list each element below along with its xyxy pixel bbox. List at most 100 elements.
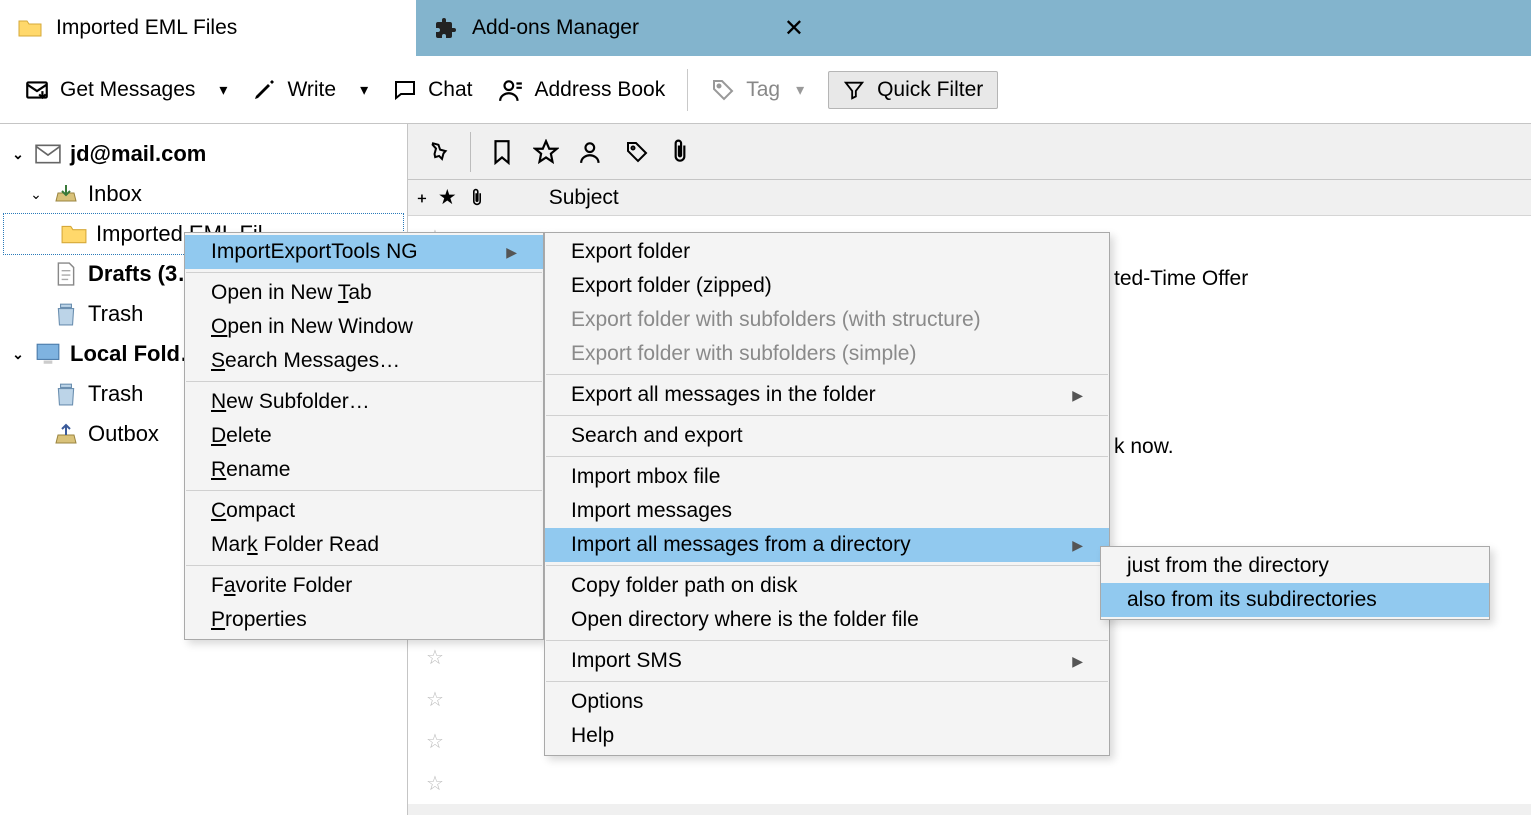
star-icon[interactable]: ☆ bbox=[426, 687, 444, 712]
menu-rename[interactable]: Rename bbox=[185, 453, 543, 487]
star-icon[interactable]: ☆ bbox=[426, 645, 444, 670]
menu-search-export[interactable]: Search and export bbox=[545, 419, 1109, 453]
address-book-button[interactable]: Address Book bbox=[490, 73, 673, 107]
menu-search-messages[interactable]: Search Messages… bbox=[185, 344, 543, 378]
menu-export-folder[interactable]: Export folder bbox=[545, 235, 1109, 269]
menu-new-subfolder[interactable]: New Subfolder… bbox=[185, 385, 543, 419]
inbox-icon bbox=[52, 181, 80, 207]
button-label: Quick Filter bbox=[877, 78, 983, 102]
puzzle-icon bbox=[434, 16, 458, 40]
menu-export-all-messages[interactable]: Export all messages in the folder▶ bbox=[545, 378, 1109, 412]
quick-filter-bar bbox=[408, 124, 1531, 180]
quick-filter-button[interactable]: Quick Filter bbox=[828, 71, 998, 109]
chevron-right-icon: ▶ bbox=[1072, 387, 1083, 404]
tag-icon[interactable] bbox=[625, 140, 649, 164]
account-row[interactable]: ⌄ jd@mail.com bbox=[0, 134, 407, 174]
menu-delete[interactable]: Delete bbox=[185, 419, 543, 453]
folder-icon bbox=[18, 16, 42, 40]
tab-bar: Imported EML Files Add-ons Manager ✕ bbox=[0, 0, 1531, 56]
button-label: Address Book bbox=[534, 78, 665, 102]
menu-options[interactable]: Options bbox=[545, 685, 1109, 719]
menu-separator bbox=[546, 456, 1108, 457]
chat-button[interactable]: Chat bbox=[384, 73, 480, 107]
bookmark-icon[interactable] bbox=[491, 139, 513, 165]
menu-compact[interactable]: Compact bbox=[185, 494, 543, 528]
inbox-row[interactable]: ⌄ Inbox bbox=[0, 174, 407, 214]
tab-label: Add-ons Manager bbox=[472, 16, 639, 40]
chat-icon bbox=[392, 77, 418, 103]
chevron-right-icon: ▶ bbox=[506, 244, 517, 261]
person-icon bbox=[498, 77, 524, 103]
menu-help[interactable]: Help bbox=[545, 719, 1109, 753]
menu-import-messages[interactable]: Import messages bbox=[545, 494, 1109, 528]
folder-label: Drafts (3… bbox=[88, 261, 199, 287]
folder-label: Trash bbox=[88, 381, 143, 407]
folder-label: Local Fold… bbox=[70, 341, 202, 367]
message-row[interactable]: ☆ bbox=[408, 762, 1531, 804]
menu-just-from-directory[interactable]: just from the directory bbox=[1101, 549, 1489, 583]
chevron-right-icon: ▶ bbox=[1072, 653, 1083, 670]
computer-icon bbox=[34, 341, 62, 367]
attachment-icon[interactable] bbox=[669, 139, 691, 165]
menu-import-mbox[interactable]: Import mbox file bbox=[545, 460, 1109, 494]
menu-properties[interactable]: Properties bbox=[185, 603, 543, 637]
menu-copy-folder-path[interactable]: Copy folder path on disk bbox=[545, 569, 1109, 603]
get-messages-button[interactable]: Get Messages bbox=[16, 73, 203, 107]
funnel-icon bbox=[843, 79, 865, 101]
trash-icon bbox=[52, 301, 80, 327]
menu-open-new-window[interactable]: Open in New Window bbox=[185, 310, 543, 344]
menu-separator bbox=[546, 681, 1108, 682]
menu-import-sms[interactable]: Import SMS▶ bbox=[545, 644, 1109, 678]
separator bbox=[687, 69, 688, 111]
menu-importexporttools[interactable]: ImportExportTools NG▶ bbox=[185, 235, 543, 269]
tag-icon bbox=[710, 77, 736, 103]
chevron-right-icon: ▶ bbox=[1072, 537, 1083, 554]
chevron-down-icon[interactable]: ⌄ bbox=[10, 346, 26, 363]
button-label: Get Messages bbox=[60, 78, 195, 102]
attach-col-icon[interactable] bbox=[469, 188, 485, 208]
star-icon[interactable]: ☆ bbox=[426, 771, 444, 796]
menu-also-from-subdirectories[interactable]: also from its subdirectories bbox=[1101, 583, 1489, 617]
pin-icon[interactable] bbox=[426, 140, 450, 164]
menu-import-all-from-directory[interactable]: Import all messages from a directory▶ bbox=[545, 528, 1109, 562]
star-icon[interactable] bbox=[533, 139, 559, 165]
chevron-down-icon[interactable]: ⌄ bbox=[10, 146, 26, 163]
account-label: jd@mail.com bbox=[70, 141, 206, 167]
folder-label: Outbox bbox=[88, 421, 159, 447]
chevron-down-icon[interactable]: ⌄ bbox=[28, 186, 44, 203]
chevron-down-icon: ▾ bbox=[790, 80, 810, 100]
menu-favorite-folder[interactable]: Favorite Folder bbox=[185, 569, 543, 603]
thread-col-icon[interactable]: ᚐ bbox=[418, 188, 426, 208]
contact-icon[interactable] bbox=[579, 139, 605, 165]
chevron-down-icon[interactable]: ▾ bbox=[354, 80, 374, 100]
write-button[interactable]: Write bbox=[243, 73, 344, 107]
tag-button[interactable]: Tag ▾ bbox=[702, 73, 818, 107]
chevron-down-icon[interactable]: ▾ bbox=[213, 80, 233, 100]
menu-separator bbox=[546, 374, 1108, 375]
trash-icon bbox=[52, 381, 80, 407]
folder-label: Inbox bbox=[88, 181, 142, 207]
menu-open-folder-directory[interactable]: Open directory where is the folder file bbox=[545, 603, 1109, 637]
menu-separator bbox=[546, 415, 1108, 416]
menu-open-new-tab[interactable]: Open in New Tab bbox=[185, 276, 543, 310]
menu-mark-folder-read[interactable]: Mark Folder Read bbox=[185, 528, 543, 562]
close-icon[interactable]: ✕ bbox=[784, 14, 804, 43]
subject-col-label[interactable]: Subject bbox=[549, 186, 619, 210]
menu-separator bbox=[546, 640, 1108, 641]
import-directory-submenu: just from the directory also from its su… bbox=[1100, 546, 1490, 620]
menu-export-folder-zipped[interactable]: Export folder (zipped) bbox=[545, 269, 1109, 303]
tab-imported-eml[interactable]: Imported EML Files bbox=[0, 0, 416, 56]
button-label: Write bbox=[287, 78, 336, 102]
menu-export-subfolders-structure: Export folder with subfolders (with stru… bbox=[545, 303, 1109, 337]
tab-addons-manager[interactable]: Add-ons Manager ✕ bbox=[416, 0, 822, 56]
button-label: Chat bbox=[428, 78, 472, 102]
menu-separator bbox=[186, 565, 542, 566]
menu-separator bbox=[546, 565, 1108, 566]
tab-label: Imported EML Files bbox=[56, 16, 237, 40]
star-icon[interactable]: ☆ bbox=[426, 729, 444, 754]
folder-icon bbox=[60, 221, 88, 247]
star-col-icon[interactable]: ★ bbox=[438, 185, 457, 210]
main-toolbar: Get Messages ▾ Write ▾ Chat Address Book… bbox=[0, 56, 1531, 124]
pencil-icon bbox=[251, 77, 277, 103]
separator bbox=[470, 132, 471, 172]
